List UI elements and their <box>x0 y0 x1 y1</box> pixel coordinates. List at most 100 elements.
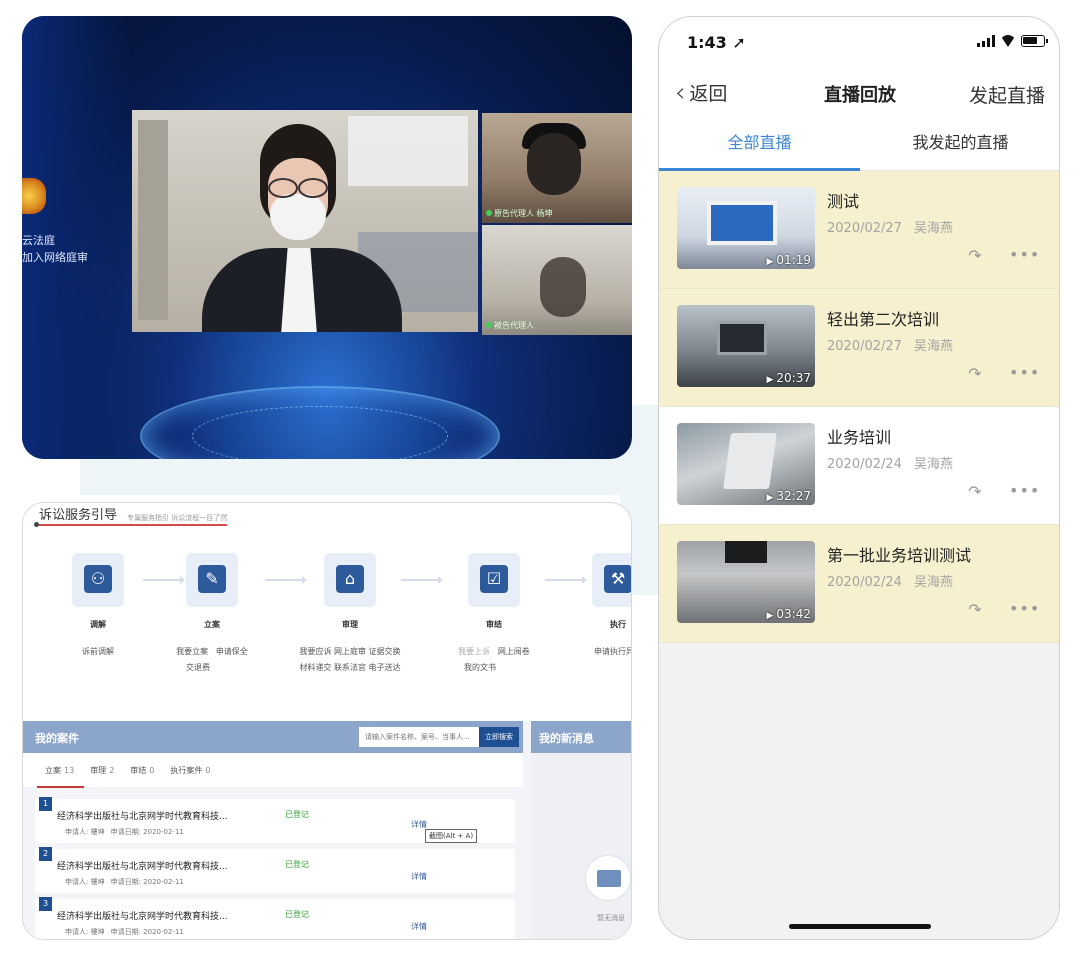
messages-title: 我的新消息 <box>539 732 594 745</box>
case-number-badge: 1 <box>39 797 52 811</box>
case-applicant: 申请人: 樓坤 <box>65 828 105 836</box>
more-icon[interactable]: ••• <box>1009 481 1039 501</box>
portal-header: 诉讼服务引导 专属服务指引 诉讼流程一目了然 <box>39 503 227 523</box>
tab-count: 0 <box>205 765 211 775</box>
home-indicator[interactable] <box>789 924 931 929</box>
step-link[interactable]: 申请执行异议 <box>594 647 631 656</box>
tab-count: 2 <box>109 765 115 775</box>
step-links: 我要立案 申请保全 交退费 <box>147 644 277 676</box>
mic-on-icon <box>486 210 492 216</box>
case-status: 已登记 <box>285 910 309 919</box>
case-detail-link[interactable]: 详情 <box>411 921 427 932</box>
live-item[interactable]: 03:42 第一批业务培训测试 2020/02/24 吴海燕 ↷ ••• <box>659 525 1059 643</box>
case-detail-link[interactable]: 详情 <box>411 871 427 882</box>
portal-title: 诉讼服务引导 <box>39 508 118 523</box>
participant-name: 原告代理人 杨坤 <box>494 209 553 218</box>
tab-filing[interactable]: 立案 13 <box>36 765 85 788</box>
live-item[interactable]: 20:37 轻出第二次培训 2020/02/27 吴海燕 ↷ ••• <box>659 289 1059 407</box>
share-icon[interactable]: ↷ <box>965 247 985 265</box>
floor-disc-decoration <box>192 406 448 459</box>
messages-panel: 暂无消息 <box>531 753 631 939</box>
more-icon[interactable]: ••• <box>1009 599 1039 619</box>
live-title: 业务培训 <box>827 428 892 447</box>
tab-my-live[interactable]: 我发起的直播 <box>860 117 1059 170</box>
main-video-feed[interactable] <box>132 110 478 332</box>
step-link[interactable]: 网上庭审 <box>334 647 366 656</box>
tab-all-live[interactable]: 全部直播 <box>659 117 860 171</box>
composite-screenshot: 云法庭 加入网络庭审 原告代理人 杨坤 被告代理人 诉讼服务引导 专属服务指引 … <box>0 0 1080 966</box>
step-link[interactable]: 诉前调解 <box>82 647 114 656</box>
side-text-line: 云法庭 <box>22 234 55 247</box>
more-icon[interactable]: ••• <box>1009 363 1039 383</box>
case-search-input[interactable] <box>359 727 479 747</box>
court-side-text: 云法庭 加入网络庭审 <box>22 232 92 266</box>
live-tabs: 全部直播 我发起的直播 <box>659 117 1059 171</box>
share-icon[interactable]: ↷ <box>965 601 985 619</box>
step-name: 立案 <box>204 620 220 629</box>
step-filing[interactable]: ✎ 立案 我要立案 申请保全 交退费 <box>147 553 277 676</box>
case-title[interactable]: 经济科学出版社与北京网学时代教育科技... <box>57 909 228 922</box>
live-item[interactable]: 01:19 测试 2020/02/27 吴海燕 ↷ ••• <box>659 171 1059 289</box>
share-icon[interactable]: ↷ <box>965 483 985 501</box>
tab-execution[interactable]: 执行案件 0 <box>170 765 210 776</box>
portal-subtitle: 专属服务指引 诉讼流程一目了然 <box>127 514 228 522</box>
back-button[interactable]: ‹ 返回 <box>675 79 727 106</box>
step-link[interactable]: 联系法官 <box>334 663 366 672</box>
participant-silhouette <box>527 133 581 195</box>
tab-trial[interactable]: 审理 2 <box>90 765 114 776</box>
step-link[interactable]: 证据交换 <box>369 647 401 656</box>
tab-label: 立案 <box>45 765 61 775</box>
document-edit-icon: ✎ <box>198 565 226 593</box>
live-date: 2020/02/27 <box>827 221 902 236</box>
live-title: 第一批业务培训测试 <box>827 546 972 565</box>
step-link[interactable]: 我要应诉 <box>299 647 331 656</box>
case-applicant: 申请人: 樓坤 <box>65 878 105 886</box>
tab-count: 13 <box>64 765 75 775</box>
step-closed[interactable]: ☑ 审结 我要上诉 网上阅卷 我的文书 <box>429 553 559 676</box>
video-duration: 03:42 <box>766 607 811 621</box>
speaker-glasses <box>268 178 328 198</box>
case-row[interactable]: 3 经济科学出版社与北京网学时代教育科技... 申请人: 樓坤 申请日期: 202… <box>35 897 515 939</box>
case-date: 申请日期: 2020-02-11 <box>110 928 184 936</box>
step-mediation[interactable]: ⚇ 调解 诉前调解 <box>33 553 163 660</box>
live-date: 2020/02/24 <box>827 575 902 590</box>
live-author: 吴海燕 <box>913 221 953 236</box>
step-execution[interactable]: ⚒ 执行 申请执行异议 <box>553 553 631 660</box>
live-author: 吴海燕 <box>913 575 953 590</box>
participant-video-tile[interactable]: 原告代理人 杨坤 <box>482 113 632 223</box>
status-icons <box>977 35 1048 47</box>
case-title[interactable]: 经济科学出版社与北京网学时代教育科技... <box>57 809 228 822</box>
case-meta: 申请人: 樓坤 申请日期: 2020-02-11 <box>65 927 184 937</box>
step-link[interactable]: 我要上诉 <box>458 647 490 656</box>
start-live-button[interactable]: 发起直播 <box>969 81 1045 108</box>
participant-video-tile[interactable]: 被告代理人 <box>482 225 632 335</box>
case-row[interactable]: 2 经济科学出版社与北京网学时代教育科技... 申请人: 樓坤 申请日期: 202… <box>35 847 515 893</box>
share-icon[interactable]: ↷ <box>965 365 985 383</box>
step-link[interactable]: 申请保全 <box>216 647 248 656</box>
participant-label: 被告代理人 <box>486 320 534 331</box>
live-item[interactable]: 32:27 业务培训 2020/02/24 吴海燕 ↷ ••• <box>659 407 1059 525</box>
live-date: 2020/02/27 <box>827 339 902 354</box>
speaker-mask <box>270 194 326 240</box>
tab-closed[interactable]: 审结 0 <box>130 765 154 776</box>
video-thumbnail[interactable]: 03:42 <box>677 541 815 623</box>
live-author: 吴海燕 <box>913 457 953 472</box>
step-link[interactable]: 我要立案 <box>176 647 208 656</box>
screenshot-tooltip: 截图(Alt + A) <box>425 829 478 843</box>
step-trial[interactable]: ⌂ 审理 我要应诉 网上庭审 证据交换 材料递交 联系法官 电子送达 <box>285 553 415 676</box>
step-link[interactable]: 材料递交 <box>299 663 331 672</box>
case-title[interactable]: 经济科学出版社与北京网学时代教育科技... <box>57 859 228 872</box>
step-icon-bg: ✎ <box>176 553 248 607</box>
video-thumbnail[interactable]: 20:37 <box>677 305 815 387</box>
more-icon[interactable]: ••• <box>1009 245 1039 265</box>
case-search-button[interactable]: 立即搜索 <box>479 727 519 747</box>
case-status: 已登记 <box>285 810 309 819</box>
step-link[interactable]: 交退费 <box>186 663 210 672</box>
video-thumbnail[interactable]: 01:19 <box>677 187 815 269</box>
step-link[interactable]: 电子送达 <box>369 663 401 672</box>
thumbnail-scene <box>707 201 777 245</box>
step-link[interactable]: 我的文书 <box>464 663 496 672</box>
title-underline <box>35 524 227 526</box>
step-link[interactable]: 网上阅卷 <box>498 647 530 656</box>
video-thumbnail[interactable]: 32:27 <box>677 423 815 505</box>
